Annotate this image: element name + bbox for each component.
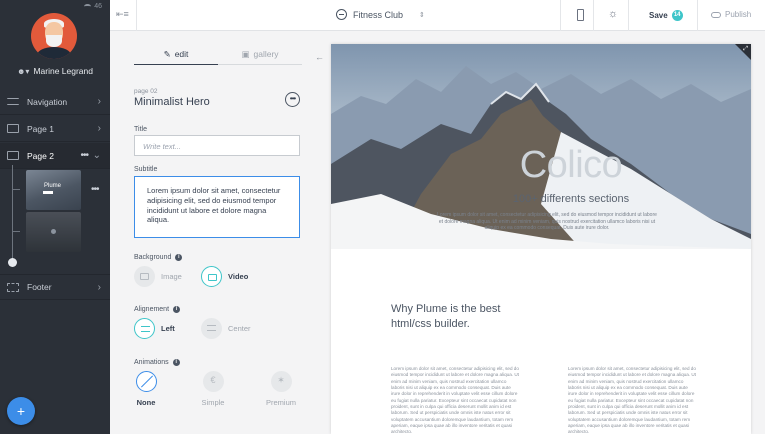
info-icon[interactable]: i	[175, 254, 183, 261]
cloud-icon	[711, 11, 721, 18]
footer-icon	[7, 282, 19, 292]
sidebar-item-page2[interactable]: Page 2 ••• ⌄	[0, 143, 110, 169]
battery-level: 46	[94, 3, 102, 10]
save-button[interactable]: Save 14	[649, 10, 683, 21]
sidebar-item-footer[interactable]: Footer ›	[0, 274, 110, 300]
page-options-button[interactable]: •••	[285, 92, 300, 107]
thumbnail-more-icon[interactable]: •••	[91, 184, 99, 195]
properties-panel: ✎ edit ▣ gallery ← page 02 Minimalist He…	[110, 31, 329, 434]
chevron-right-icon: ›	[97, 123, 101, 134]
section-text-column-2: Lorem ipsum dolor sit amet, consectetur …	[568, 366, 696, 434]
collapse-icon[interactable]: ⇤≡	[116, 9, 129, 20]
background-label: Background i	[134, 254, 183, 261]
sidebar-item-label: Page 1	[27, 123, 54, 134]
subtitle-textarea[interactable]: Lorem ipsum dolor sit amet, consectetur …	[134, 176, 300, 238]
top-toolbar: ⇤≡ Fitness Club ⇕ ☼ Save 14 Publish	[110, 0, 765, 31]
page-number: page 02	[134, 88, 158, 95]
align-option-center[interactable]: Center	[201, 318, 251, 339]
save-count-badge: 14	[671, 10, 683, 21]
align-center-icon	[207, 325, 216, 331]
title-input[interactable]: Write text...	[134, 135, 300, 156]
align-left-icon	[141, 326, 150, 332]
app-window: 46 ☻▾ Marine Legrand Navigation › Page 1…	[0, 0, 765, 434]
section-thumbnail-2[interactable]	[26, 212, 81, 252]
info-icon[interactable]: i	[173, 306, 181, 313]
expand-icon[interactable]: ⤢	[743, 46, 748, 53]
sidebar-item-label: Navigation	[27, 96, 68, 107]
page-title: Minimalist Hero	[134, 96, 210, 108]
hero-subtitle: 100+ differents sections	[512, 193, 630, 205]
pencil-icon: ✎	[163, 49, 171, 59]
more-icon[interactable]: •••	[80, 150, 88, 161]
back-arrow-icon[interactable]: ←	[315, 52, 324, 62]
align-option-left[interactable]: Left	[134, 318, 175, 339]
site-logo-icon	[336, 9, 347, 20]
user-name: Marine Legrand	[33, 66, 93, 76]
euro-icon: €	[210, 375, 216, 385]
page-icon	[7, 124, 19, 133]
page-icon	[7, 151, 19, 160]
page-preview[interactable]: ⤢ Colico 100+ differents sections Lorem …	[331, 44, 751, 434]
publish-label: Publish	[725, 10, 752, 19]
animation-option-none[interactable]: None	[121, 371, 171, 407]
site-selector[interactable]: Fitness Club ⇕	[336, 9, 425, 20]
hero-section[interactable]: ⤢ Colico 100+ differents sections Lorem …	[331, 44, 751, 249]
section-heading: Why Plume is the best html/css builder.	[391, 303, 501, 330]
user-icon: ☻▾	[17, 66, 30, 76]
background-option-image[interactable]: Image	[134, 266, 182, 287]
sidebar-item-label: Footer	[27, 282, 52, 292]
sidebar-item-page1[interactable]: Page 1 ›	[0, 116, 110, 142]
hero-title: Colico	[519, 144, 623, 186]
hero-text: Lorem ipsum dolor sit amet, consectetur …	[437, 212, 657, 231]
publish-button[interactable]: Publish	[711, 10, 751, 19]
info-icon[interactable]: i	[172, 359, 180, 366]
title-label: Title	[134, 126, 147, 133]
chevron-right-icon: ›	[97, 281, 101, 293]
alignment-label: Alignement i	[134, 306, 181, 313]
status-bar: 46	[84, 3, 102, 10]
section-thumbnail-hero[interactable]: Plume	[26, 170, 81, 210]
brightness-icon[interactable]: ☼	[608, 8, 618, 20]
chevron-down-icon[interactable]: ⌄	[93, 150, 101, 161]
section-text-column-1: Lorem ipsum dolor sit amet, consectetur …	[391, 366, 519, 434]
gallery-icon: ▣	[241, 49, 250, 59]
star-icon: ✶	[277, 375, 285, 385]
sidebar-item-label: Page 2	[27, 150, 54, 161]
thumbnail-title: Plume	[44, 183, 62, 189]
panel-tabs: ✎ edit ▣ gallery	[134, 49, 302, 65]
tree-line	[12, 165, 13, 261]
animation-option-premium[interactable]: ✶ Premium	[256, 371, 306, 407]
tab-edit[interactable]: ✎ edit	[134, 49, 218, 65]
tree-add-dot[interactable]	[8, 258, 17, 267]
video-icon	[208, 274, 217, 281]
wifi-icon	[84, 4, 92, 9]
subtitle-label: Subtitle	[134, 166, 158, 173]
none-icon	[140, 375, 153, 388]
updown-icon: ⇕	[419, 11, 425, 19]
sidebar: 46 ☻▾ Marine Legrand Navigation › Page 1…	[0, 0, 110, 434]
user-menu[interactable]: ☻▾ Marine Legrand	[0, 66, 110, 76]
site-name: Fitness Club	[353, 9, 404, 20]
navigation-icon	[7, 98, 19, 105]
chevron-right-icon: ›	[97, 96, 101, 107]
image-icon	[140, 273, 149, 280]
animation-option-simple[interactable]: € Simple	[188, 371, 238, 407]
add-section-button[interactable]: +	[7, 397, 35, 425]
device-icon[interactable]	[577, 9, 584, 21]
background-option-video[interactable]: Video	[201, 266, 248, 287]
save-label: Save	[649, 11, 668, 20]
animations-label: Animations i	[134, 359, 180, 366]
avatar[interactable]	[31, 13, 77, 59]
tab-gallery[interactable]: ▣ gallery	[218, 49, 302, 65]
sidebar-item-navigation[interactable]: Navigation ›	[0, 89, 110, 115]
